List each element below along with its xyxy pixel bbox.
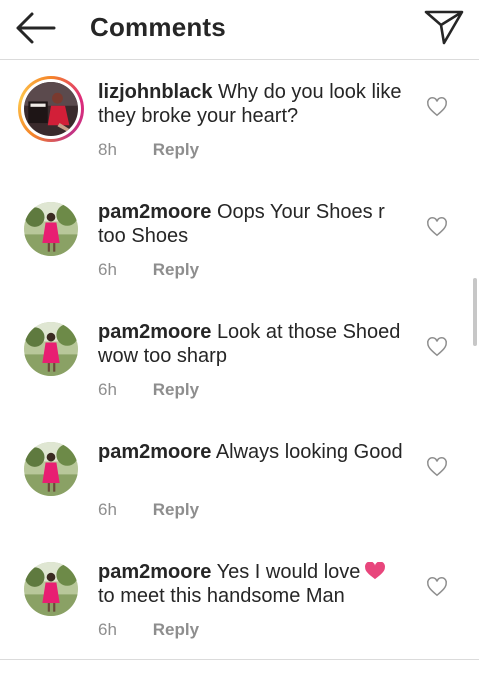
avatar[interactable] <box>24 202 78 256</box>
comment-body: Yes I would love <box>216 561 361 583</box>
avatar[interactable] <box>24 442 78 496</box>
reply-button[interactable]: Reply <box>153 500 199 519</box>
like-heart-icon[interactable] <box>426 456 448 478</box>
arrow-left-icon <box>16 12 56 44</box>
reply-button[interactable]: Reply <box>153 380 199 399</box>
comment-meta: 8h Reply <box>98 140 199 160</box>
comment-item: pam2moore Always looking Good 6h Reply <box>0 428 479 538</box>
comments-header: Comments <box>0 0 479 60</box>
back-button[interactable] <box>12 8 58 48</box>
comment-item: pam2moore Yes I would love to meet this … <box>0 548 479 658</box>
comment-body: Always looking Good <box>215 441 403 463</box>
comment-body-continued: to meet this handsome Man <box>98 585 345 607</box>
bottom-divider <box>0 659 479 660</box>
avatar[interactable] <box>24 322 78 376</box>
share-button[interactable] <box>422 7 466 47</box>
comment-username[interactable]: pam2moore <box>98 561 211 583</box>
scrollbar-thumb[interactable] <box>473 278 477 346</box>
comment-username[interactable]: pam2moore <box>98 201 211 223</box>
comment-meta: 6h Reply <box>98 620 199 640</box>
comment-username[interactable]: lizjohnblack <box>98 81 212 103</box>
comment-username[interactable]: pam2moore <box>98 441 211 463</box>
comment-item: pam2moore Oops Your Shoes r too Shoes 6h… <box>0 188 479 298</box>
avatar[interactable] <box>18 76 86 144</box>
reply-button[interactable]: Reply <box>153 140 199 159</box>
comment-timestamp: 6h <box>98 620 117 639</box>
comment-meta: 6h Reply <box>98 380 199 400</box>
comment-timestamp: 6h <box>98 500 117 519</box>
comment-meta: 6h Reply <box>98 260 199 280</box>
reply-button[interactable]: Reply <box>153 620 199 639</box>
comment-timestamp: 8h <box>98 140 117 159</box>
comment-text: pam2moore Always looking Good <box>98 440 408 464</box>
comment-text: pam2moore Yes I would love to meet this … <box>98 560 408 608</box>
like-heart-icon[interactable] <box>426 336 448 358</box>
comment-text: pam2moore Oops Your Shoes r too Shoes <box>98 200 408 248</box>
paper-plane-icon <box>424 10 464 45</box>
pink-heart-emoji-icon <box>365 562 386 580</box>
comment-text: lizjohnblack Why do you look like they b… <box>98 80 408 128</box>
comment-timestamp: 6h <box>98 380 117 399</box>
reply-button[interactable]: Reply <box>153 260 199 279</box>
page-title: Comments <box>90 12 226 42</box>
comment-item: lizjohnblack Why do you look like they b… <box>0 68 479 178</box>
comment-timestamp: 6h <box>98 260 117 279</box>
comment-text: pam2moore Look at those Shoed wow too sh… <box>98 320 408 368</box>
like-heart-icon[interactable] <box>426 96 448 118</box>
like-heart-icon[interactable] <box>426 216 448 238</box>
comment-username[interactable]: pam2moore <box>98 321 211 343</box>
like-heart-icon[interactable] <box>426 576 448 598</box>
comment-meta: 6h Reply <box>98 500 199 520</box>
avatar[interactable] <box>24 562 78 616</box>
comment-item: pam2moore Look at those Shoed wow too sh… <box>0 308 479 418</box>
